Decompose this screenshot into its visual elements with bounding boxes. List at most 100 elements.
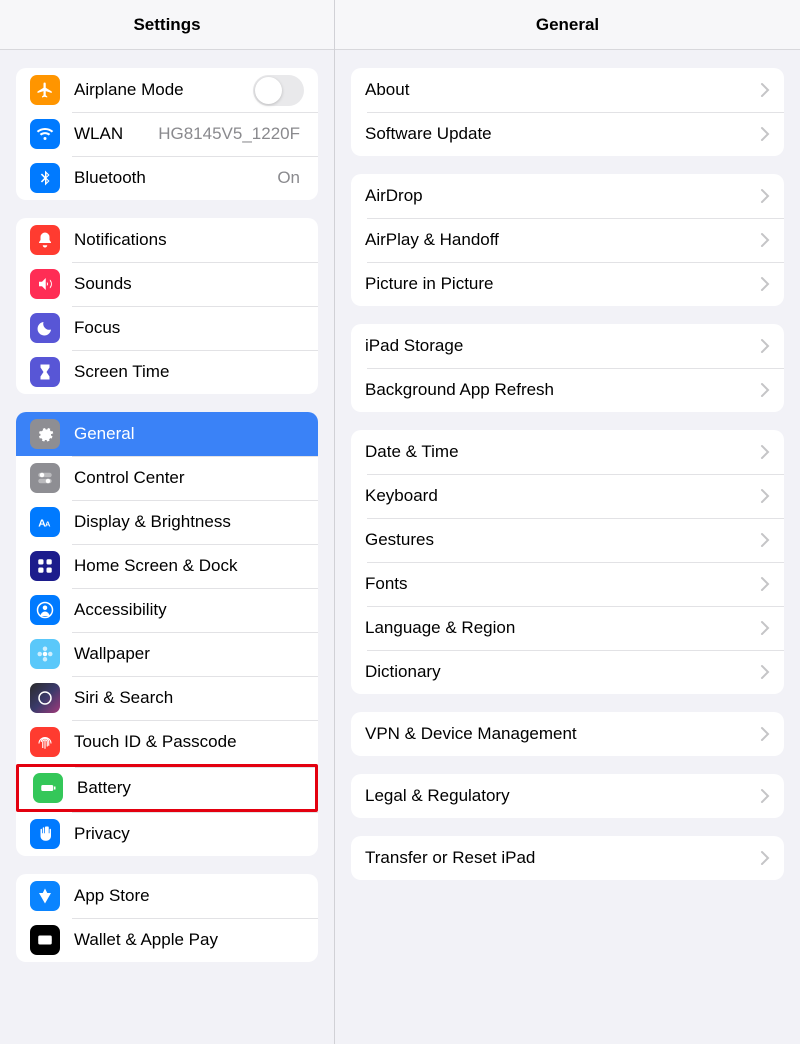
chevron-right-icon [760, 620, 770, 636]
chevron-right-icon [760, 576, 770, 592]
chevron-right-icon [760, 188, 770, 204]
detail-item-airplay[interactable]: AirPlay & Handoff [351, 218, 784, 262]
gear-icon [30, 419, 60, 449]
detail-group: About Software Update [351, 68, 784, 156]
sidebar-scroll[interactable]: Airplane ModeWLANHG8145V5_1220FBluetooth… [0, 50, 334, 1044]
battery-icon [33, 773, 63, 803]
sidebar-item-label: Focus [74, 318, 304, 338]
sidebar-item-label: Home Screen & Dock [74, 556, 304, 576]
detail-item-datetime[interactable]: Date & Time [351, 430, 784, 474]
sidebar-item-accessibility[interactable]: Accessibility [16, 588, 318, 632]
chevron-right-icon [760, 126, 770, 142]
detail-item-language[interactable]: Language & Region [351, 606, 784, 650]
sidebar-item-secondary: On [277, 168, 300, 188]
sidebar-item-label: App Store [74, 886, 304, 906]
sidebar-item-label: Sounds [74, 274, 304, 294]
detail-item-gestures[interactable]: Gestures [351, 518, 784, 562]
sidebar-group: App Store Wallet & Apple Pay [16, 874, 318, 962]
grid-icon [30, 551, 60, 581]
detail-group: Date & TimeKeyboard Gestures Fonts Language… [351, 430, 784, 694]
sidebar-item-sounds[interactable]: Sounds [16, 262, 318, 306]
detail-item-label: About [365, 80, 760, 100]
detail-group: Transfer or Reset iPad [351, 836, 784, 880]
sidebar-item-label: Airplane Mode [74, 80, 253, 100]
sidebar-item-label: Battery [77, 778, 301, 798]
detail-item-software-update[interactable]: Software Update [351, 112, 784, 156]
detail-item-airdrop[interactable]: AirDrop [351, 174, 784, 218]
sidebar-item-airplane[interactable]: Airplane Mode [16, 68, 318, 112]
sidebar-item-notifications[interactable]: Notifications [16, 218, 318, 262]
sidebar-item-display[interactable]: AADisplay & Brightness [16, 500, 318, 544]
detail-item-label: VPN & Device Management [365, 724, 760, 744]
flower-icon [30, 639, 60, 669]
bluetooth-icon [30, 163, 60, 193]
detail-item-label: Software Update [365, 124, 760, 144]
detail-item-keyboard[interactable]: Keyboard [351, 474, 784, 518]
chevron-right-icon [760, 82, 770, 98]
toggle-airplane[interactable] [253, 75, 304, 106]
sidebar-item-bluetooth[interactable]: BluetoothOn [16, 156, 318, 200]
detail-group: iPad StorageBackground App Refresh [351, 324, 784, 412]
sidebar-item-wlan[interactable]: WLANHG8145V5_1220F [16, 112, 318, 156]
sidebar-item-siri[interactable]: Siri & Search [16, 676, 318, 720]
detail-item-label: Fonts [365, 574, 760, 594]
detail-item-transfer[interactable]: Transfer or Reset iPad [351, 836, 784, 880]
detail-item-about[interactable]: About [351, 68, 784, 112]
detail-item-label: Legal & Regulatory [365, 786, 760, 806]
sidebar-item-label: General [74, 424, 304, 444]
chevron-right-icon [760, 664, 770, 680]
moon-icon [30, 313, 60, 343]
sidebar-item-wallet[interactable]: Wallet & Apple Pay [16, 918, 318, 962]
detail-title: General [536, 15, 599, 35]
fingerprint-icon [30, 727, 60, 757]
sidebar-item-homescreen[interactable]: Home Screen & Dock [16, 544, 318, 588]
detail-item-label: Gestures [365, 530, 760, 550]
detail-item-label: AirPlay & Handoff [365, 230, 760, 250]
detail-item-label: AirDrop [365, 186, 760, 206]
sidebar-item-general[interactable]: General [16, 412, 318, 456]
sidebar-item-label: Accessibility [74, 600, 304, 620]
wallet-icon [30, 925, 60, 955]
sidebar-header: Settings [0, 0, 334, 50]
sidebar-item-privacy[interactable]: Privacy [16, 812, 318, 856]
sidebar-item-label: Privacy [74, 824, 304, 844]
detail-group: AirDrop AirPlay & Handoff Picture in Pictu… [351, 174, 784, 306]
detail-item-pip[interactable]: Picture in Picture [351, 262, 784, 306]
detail-pane: General About Software Update AirDrop AirPl… [335, 0, 800, 1044]
sidebar-item-controlcenter[interactable]: Control Center [16, 456, 318, 500]
settings-sidebar: Settings Airplane Mode WLANHG8145V5_1220F… [0, 0, 335, 1044]
sidebar-item-battery[interactable]: Battery [16, 764, 318, 812]
chevron-right-icon [760, 444, 770, 460]
sidebar-item-label: Notifications [74, 230, 304, 250]
chevron-right-icon [760, 382, 770, 398]
chevron-right-icon [760, 850, 770, 866]
chevron-right-icon [760, 532, 770, 548]
detail-scroll[interactable]: About Software Update AirDrop AirPlay & Han… [335, 50, 800, 1044]
svg-text:A: A [45, 520, 51, 529]
detail-item-dictionary[interactable]: Dictionary [351, 650, 784, 694]
detail-item-ipadstorage[interactable]: iPad Storage [351, 324, 784, 368]
sidebar-group: GeneralControl CenterAADisplay & Brightn… [16, 412, 318, 856]
sidebar-item-screentime[interactable]: Screen Time [16, 350, 318, 394]
detail-item-legal[interactable]: Legal & Regulatory [351, 774, 784, 818]
speaker-icon [30, 269, 60, 299]
sidebar-item-label: Control Center [74, 468, 304, 488]
sidebar-item-wallpaper[interactable]: Wallpaper [16, 632, 318, 676]
detail-item-vpn[interactable]: VPN & Device Management [351, 712, 784, 756]
sidebar-item-secondary: HG8145V5_1220F [158, 124, 300, 144]
sidebar-item-touchid[interactable]: Touch ID & Passcode [16, 720, 318, 764]
sidebar-item-focus[interactable]: Focus [16, 306, 318, 350]
sidebar-item-label: Bluetooth [74, 168, 277, 188]
bell-icon [30, 225, 60, 255]
sidebar-item-label: Wallet & Apple Pay [74, 930, 304, 950]
sidebar-item-appstore[interactable]: App Store [16, 874, 318, 918]
appstore-icon [30, 881, 60, 911]
switches-icon [30, 463, 60, 493]
chevron-right-icon [760, 276, 770, 292]
detail-item-bgrefresh[interactable]: Background App Refresh [351, 368, 784, 412]
sidebar-item-label: Wallpaper [74, 644, 304, 664]
detail-item-label: Dictionary [365, 662, 760, 682]
detail-item-fonts[interactable]: Fonts [351, 562, 784, 606]
sidebar-item-label: Display & Brightness [74, 512, 304, 532]
wifi-icon [30, 119, 60, 149]
